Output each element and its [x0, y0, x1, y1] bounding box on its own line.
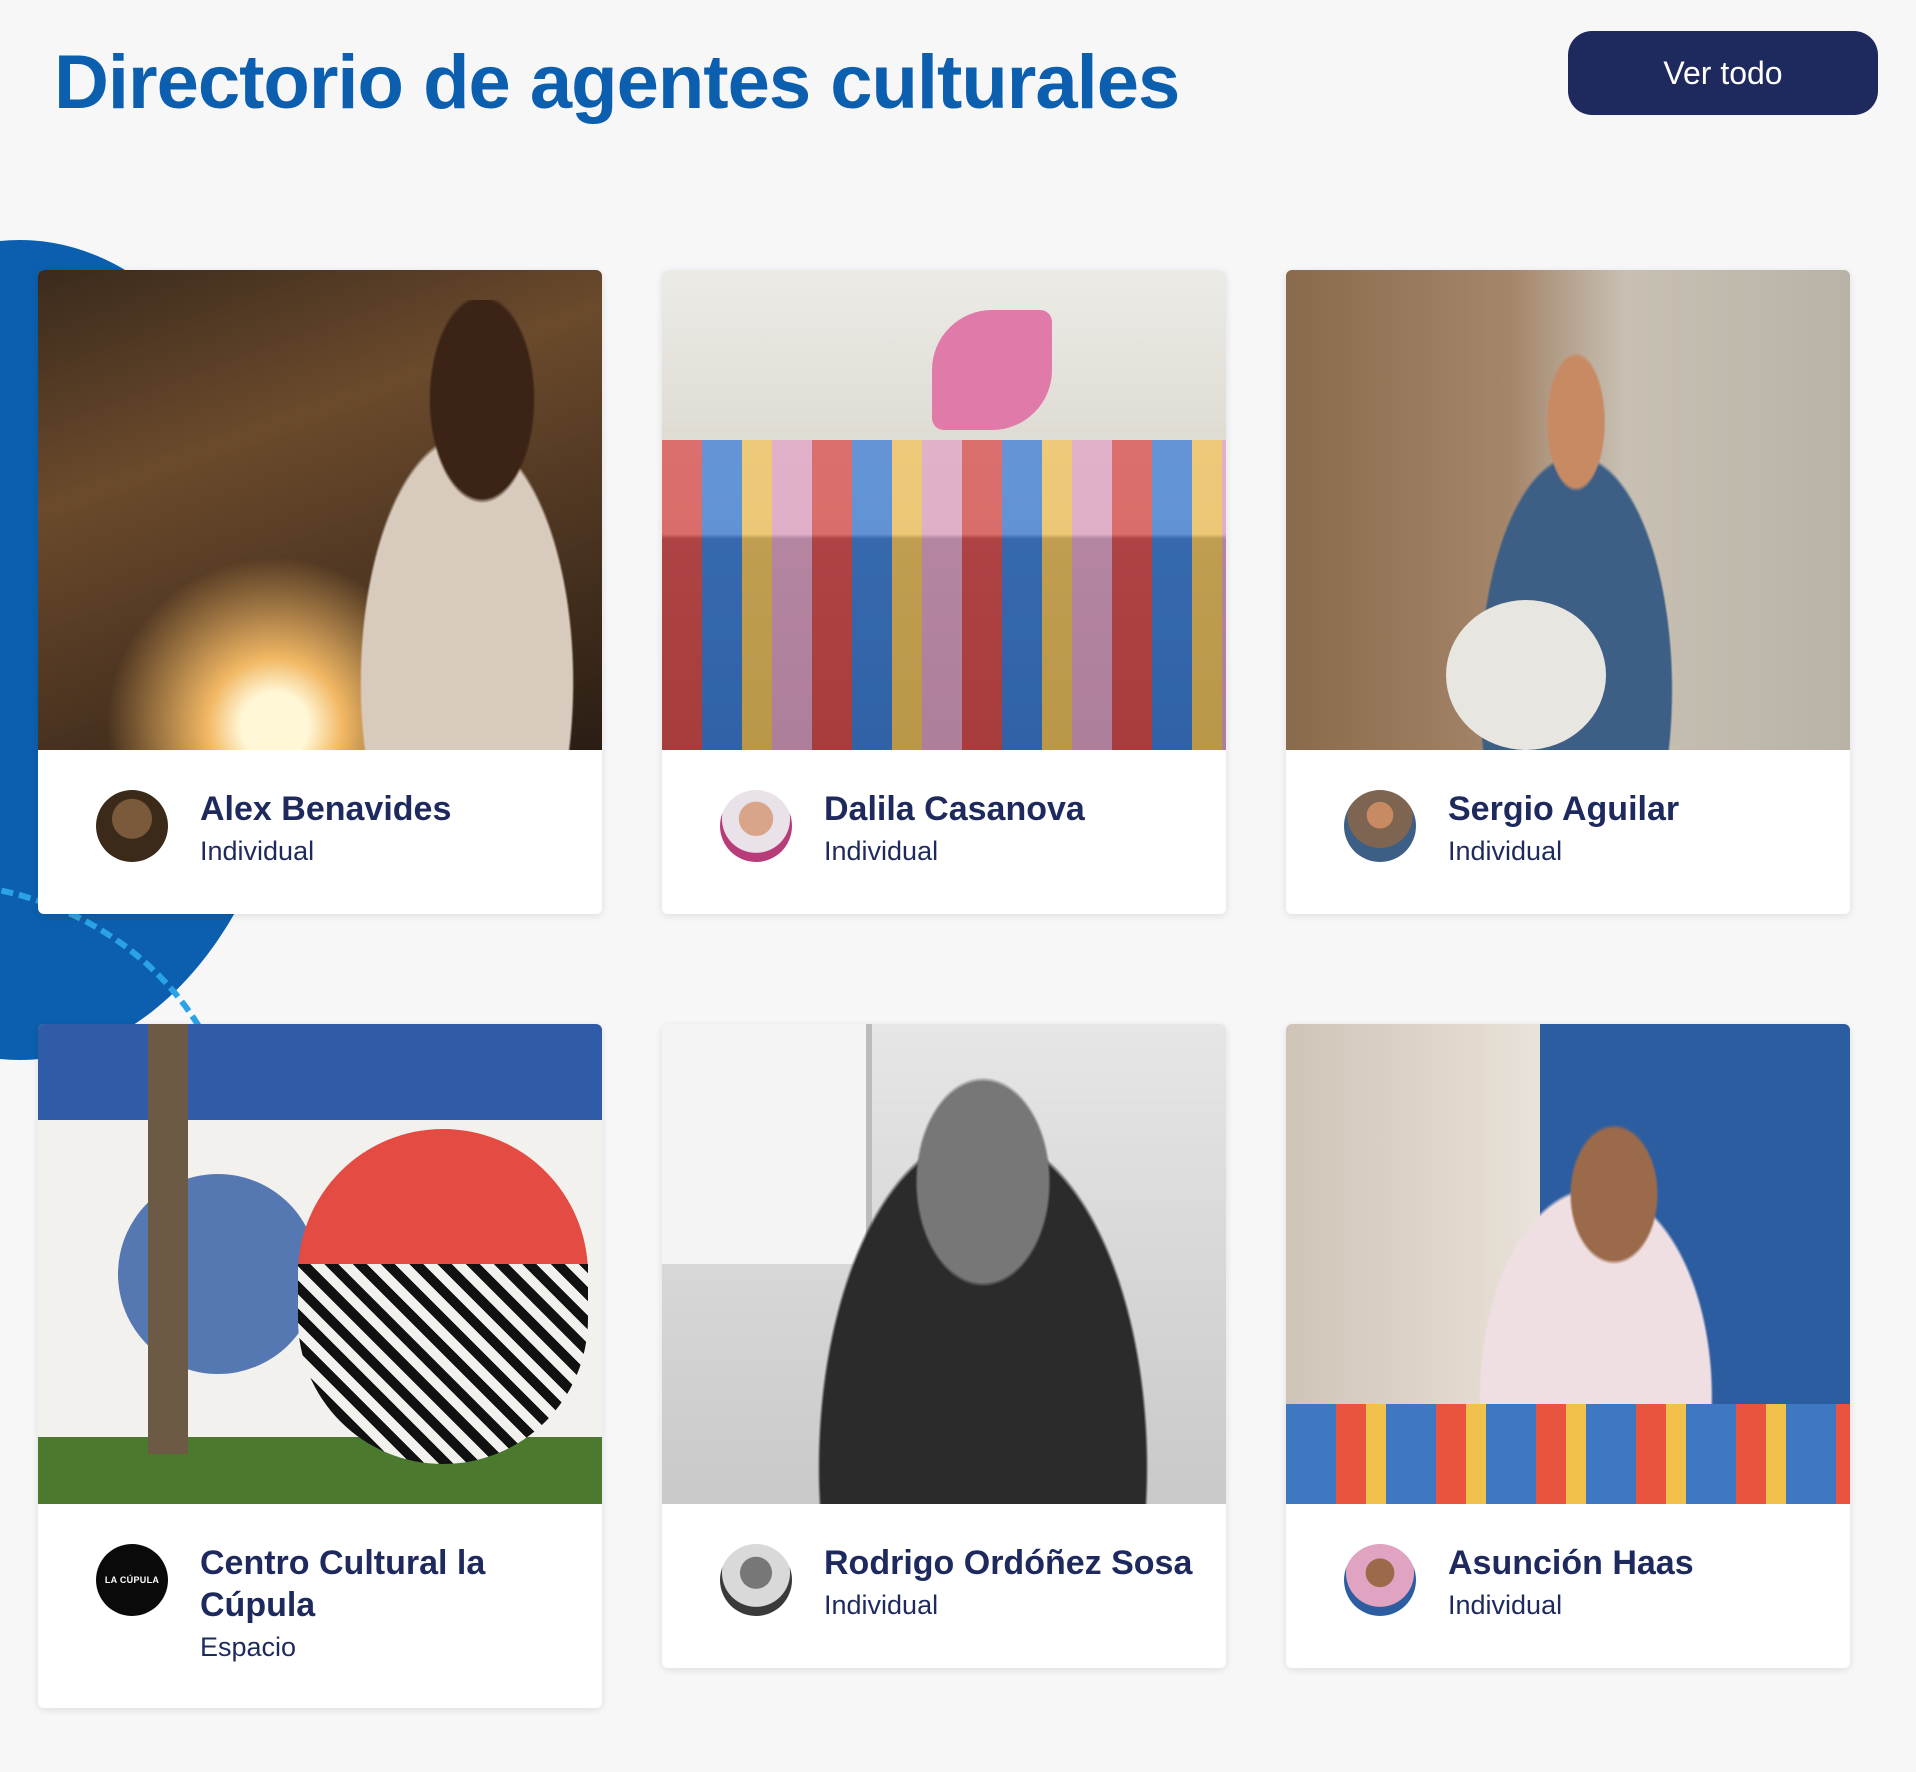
agent-card[interactable]: Rodrigo Ordóñez Sosa Individual [662, 1024, 1226, 1668]
agent-card[interactable]: Asunción Haas Individual [1286, 1024, 1850, 1668]
logo-text: LA CÚPULA [104, 1575, 160, 1585]
agent-card[interactable]: Alex Benavides Individual [38, 270, 602, 914]
avatar [720, 790, 792, 862]
agent-type: Individual [824, 836, 939, 866]
agent-name[interactable]: Dalila Casanova [824, 788, 1085, 830]
card-body: Dalila Casanova Individual [662, 750, 1226, 914]
agent-type: Individual [1448, 1590, 1563, 1620]
agent-type: Individual [824, 1590, 939, 1620]
agent-name[interactable]: Centro Cultural la Cúpula [200, 1542, 572, 1626]
agent-name[interactable]: Asunción Haas [1448, 1542, 1694, 1584]
avatar [1344, 1544, 1416, 1616]
page-title: Directorio de agentes culturales [54, 40, 1180, 125]
card-photo [662, 1024, 1226, 1504]
card-body: Rodrigo Ordóñez Sosa Individual [662, 1504, 1226, 1668]
logo-avatar: LA CÚPULA [96, 1544, 168, 1616]
agent-card[interactable]: Sergio Aguilar Individual [1286, 270, 1850, 914]
agent-card[interactable]: LA CÚPULA Centro Cultural la Cúpula Espa… [38, 1024, 602, 1708]
agent-type: Individual [1448, 836, 1563, 866]
card-photo [662, 270, 1226, 750]
card-text: Rodrigo Ordóñez Sosa Individual [824, 1542, 1192, 1624]
agent-type: Individual [200, 836, 315, 866]
avatar [1344, 790, 1416, 862]
card-body: Alex Benavides Individual [38, 750, 602, 914]
section-header: Directorio de agentes culturales Ver tod… [0, 0, 1916, 180]
agent-card[interactable]: Dalila Casanova Individual [662, 270, 1226, 914]
avatar [96, 790, 168, 862]
avatar [720, 1544, 792, 1616]
agent-name[interactable]: Alex Benavides [200, 788, 451, 830]
agent-type: Espacio [200, 1632, 297, 1662]
page: Directorio de agentes culturales Ver tod… [0, 0, 1916, 1772]
card-text: Sergio Aguilar Individual [1448, 788, 1679, 870]
agent-name[interactable]: Rodrigo Ordóñez Sosa [824, 1542, 1192, 1584]
card-text: Centro Cultural la Cúpula Espacio [200, 1542, 572, 1666]
agent-name[interactable]: Sergio Aguilar [1448, 788, 1679, 830]
card-photo [1286, 270, 1850, 750]
card-text: Alex Benavides Individual [200, 788, 451, 870]
view-all-button[interactable]: Ver todo [1568, 31, 1878, 115]
card-photo [1286, 1024, 1850, 1504]
card-body: Asunción Haas Individual [1286, 1504, 1850, 1668]
card-photo [38, 270, 602, 750]
card-text: Asunción Haas Individual [1448, 1542, 1694, 1624]
agents-grid: Alex Benavides Individual Dalila Casanov… [38, 270, 1850, 1708]
card-body: LA CÚPULA Centro Cultural la Cúpula Espa… [38, 1504, 602, 1708]
card-photo [38, 1024, 602, 1504]
card-body: Sergio Aguilar Individual [1286, 750, 1850, 914]
card-text: Dalila Casanova Individual [824, 788, 1085, 870]
